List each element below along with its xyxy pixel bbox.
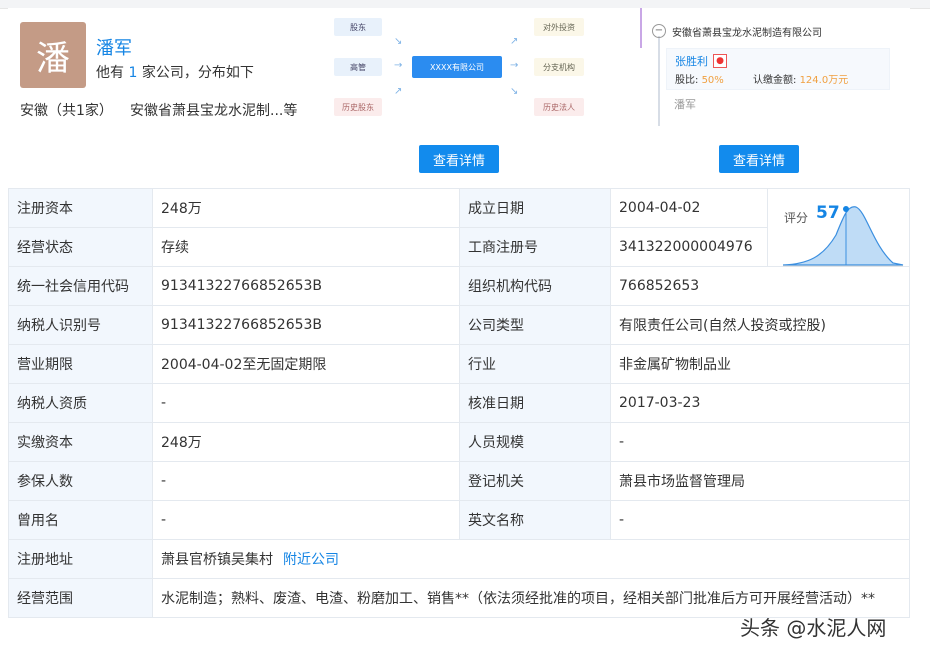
shareholder-name[interactable]: 张胜利 <box>675 53 708 69</box>
company-short[interactable]: 安徽省萧县宝龙水泥制...等 <box>130 100 297 120</box>
diagram-box-investment: 对外投资 <box>534 18 584 36</box>
person-name[interactable]: 潘军 <box>96 34 132 60</box>
field-value: 248万 <box>152 422 460 462</box>
field-value: 248万 <box>152 188 460 228</box>
score-panel[interactable]: 评分 57 <box>767 188 910 267</box>
field-label: 营业期限 <box>8 344 153 384</box>
tree-line <box>658 36 660 126</box>
field-label: 英文名称 <box>459 500 611 540</box>
table-row: 纳税人资质 - 核准日期 2017-03-23 <box>8 383 910 423</box>
field-value: - <box>152 461 460 501</box>
avatar: 潘 <box>20 22 86 88</box>
field-label: 注册资本 <box>8 188 153 228</box>
field-value: 萧县官桥镇吴集村 附近公司 <box>152 539 910 579</box>
arrow-icon: → <box>510 60 519 71</box>
collapse-icon[interactable]: − <box>652 24 666 38</box>
region-label: 安徽（共1家） <box>20 103 113 119</box>
person-badge-icon: ● <box>713 54 727 68</box>
amount-value: 124.0万元 <box>799 75 849 86</box>
view-details-button[interactable]: 查看详情 <box>419 145 499 173</box>
field-value: 有限责任公司(自然人投资或控股) <box>610 305 910 345</box>
arrow-icon: ↗ <box>510 36 519 47</box>
table-row: 统一社会信用代码 91341322766852653B 组织机构代码 76685265… <box>8 266 910 306</box>
field-label: 经营状态 <box>8 227 153 267</box>
diagram-box-shareholder: 股东 <box>334 18 382 36</box>
field-label: 公司类型 <box>459 305 611 345</box>
diagram-box-branch: 分支机构 <box>534 58 584 76</box>
field-label: 登记机关 <box>459 461 611 501</box>
diagram-box-history-legal: 历史法人 <box>534 98 584 116</box>
table-row: 曾用名 - 英文名称 - <box>8 500 910 540</box>
person-company-count: 他有 1 家公司，分布如下 <box>96 62 254 82</box>
field-label: 核准日期 <box>459 383 611 423</box>
field-label: 行业 <box>459 344 611 384</box>
shareholder-item: 张胜利 ● 股比: 50% 认缴金额: 124.0万元 <box>666 48 890 90</box>
table-row: 营业期限 2004-04-02至无固定期限 行业 非金属矿物制品业 <box>8 344 910 384</box>
field-label: 工商注册号 <box>459 227 611 267</box>
ratio-label: 股比: <box>675 75 699 86</box>
score-label: 评分 <box>784 211 809 225</box>
field-value: 91341322766852653B <box>152 266 460 306</box>
field-value: - <box>152 383 460 423</box>
desc-prefix: 他有 <box>96 65 129 81</box>
nearby-companies-link[interactable]: 附近公司 <box>283 552 339 568</box>
field-label: 参保人数 <box>8 461 153 501</box>
structure-card: 股东 高管 历史股东 ↘ → ↗ XXXX有限公司 ↗ → ↘ 对外投资 分支机… <box>308 8 609 188</box>
table-row: 注册资本 248万 成立日期 2004-04-02 评分 57 <box>8 188 910 267</box>
field-value: 341322000004976 <box>610 227 768 267</box>
field-value: 萧县市场监督管理局 <box>610 461 910 501</box>
table-row: 参保人数 - 登记机关 萧县市场监督管理局 <box>8 461 910 501</box>
field-value: - <box>610 500 910 540</box>
tree-line <box>640 8 642 48</box>
equity-company-name[interactable]: 安徽省萧县宝龙水泥制造有限公司 <box>672 24 822 39</box>
field-value: 存续 <box>152 227 460 267</box>
field-label: 纳税人识别号 <box>8 305 153 345</box>
diagram-center-box: XXXX有限公司 <box>412 56 502 78</box>
desc-suffix: 家公司，分布如下 <box>137 65 254 81</box>
field-label: 注册地址 <box>8 539 153 579</box>
field-value: 非金属矿物制品业 <box>610 344 910 384</box>
arrow-icon: ↘ <box>510 86 519 97</box>
field-value: 2017-03-23 <box>610 383 910 423</box>
score-chart: 评分 57 <box>778 195 908 285</box>
field-value: 2004-04-02至无固定期限 <box>152 344 460 384</box>
field-label: 经营范围 <box>8 578 153 618</box>
field-value: - <box>152 500 460 540</box>
field-label: 实缴资本 <box>8 422 153 462</box>
shareholder-name-2[interactable]: 潘军 <box>674 96 696 112</box>
equity-card: − 安徽省萧县宝龙水泥制造有限公司 张胜利 ● 股比: 50% 认缴金额: 12… <box>608 8 910 188</box>
view-details-button[interactable]: 查看详情 <box>719 145 799 173</box>
address-value: 萧县官桥镇吴集村 <box>161 552 273 568</box>
score-curve-icon <box>782 206 904 267</box>
field-value: - <box>610 422 910 462</box>
person-card: 潘 潘军 他有 1 家公司，分布如下 安徽（共1家） 安徽省萧县宝龙水泥制...… <box>8 8 309 188</box>
arrow-icon: ↘ <box>394 36 403 47</box>
table-row: 实缴资本 248万 人员规模 - <box>8 422 910 462</box>
table-row: 纳税人识别号 91341322766852653B 公司类型 有限责任公司(自然人投资… <box>8 305 910 345</box>
field-label: 人员规模 <box>459 422 611 462</box>
diagram-box-history-shareholder: 历史股东 <box>334 98 382 116</box>
field-value: 2004-04-02 <box>610 188 768 228</box>
field-value: 91341322766852653B <box>152 305 460 345</box>
business-info-table: 注册资本 248万 成立日期 2004-04-02 评分 57 经营状态 存续 工商注册号 341… <box>8 188 910 618</box>
diagram-box-executive: 高管 <box>334 58 382 76</box>
field-label: 统一社会信用代码 <box>8 266 153 306</box>
table-row: 注册地址 萧县官桥镇吴集村 附近公司 <box>8 539 910 579</box>
shareholder-amount: 认缴金额: 124.0万元 <box>753 71 848 86</box>
score-value: 57 <box>816 203 840 223</box>
field-label: 曾用名 <box>8 500 153 540</box>
field-label: 组织机构代码 <box>459 266 611 306</box>
arrow-icon: ↗ <box>394 86 403 97</box>
ratio-value: 50% <box>701 75 724 86</box>
shareholder-ratio: 股比: 50% <box>675 71 724 86</box>
field-label: 纳税人资质 <box>8 383 153 423</box>
amount-label: 认缴金额: <box>753 75 797 86</box>
arrow-icon: → <box>394 60 403 71</box>
watermark-text: 头条 @水泥人网 <box>740 616 887 640</box>
field-label: 成立日期 <box>459 188 611 228</box>
